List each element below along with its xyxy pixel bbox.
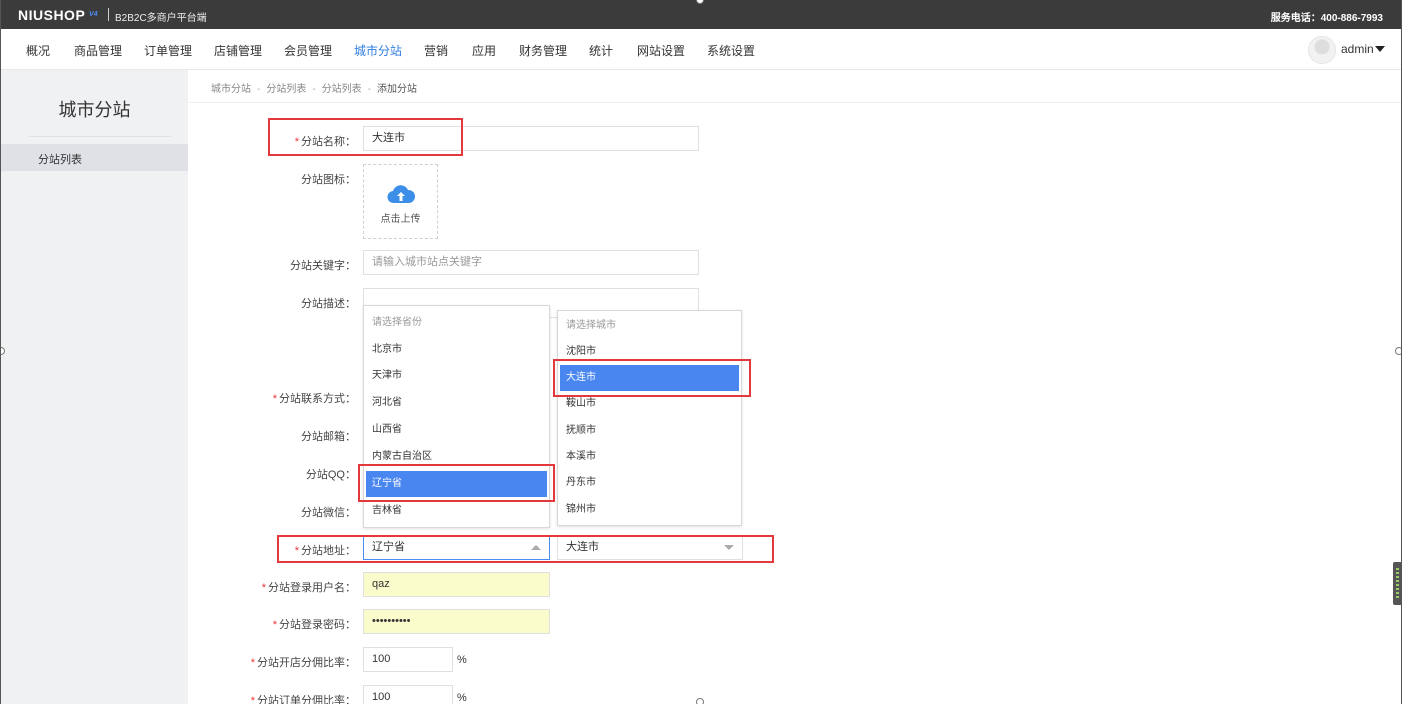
password-label: * 分站登录密码：	[272, 619, 356, 631]
chevron-down-icon[interactable]	[1375, 46, 1385, 52]
province-option[interactable]: 河北省	[366, 390, 547, 416]
breadcrumb-item[interactable]: 城市分站	[211, 84, 251, 95]
province-option[interactable]: 吉林省	[366, 498, 547, 524]
username-input[interactable]: qaz	[363, 572, 550, 597]
icon-label: 分站图标：	[301, 174, 356, 186]
city-option[interactable]: 锦州市	[560, 497, 739, 523]
username-label: * 分站登录用户名：	[261, 582, 356, 594]
chevron-up-icon	[531, 545, 541, 550]
email-label: 分站邮箱：	[301, 431, 356, 443]
main-nav: 概况 商品管理 订单管理 店铺管理 会员管理 城市分站 营销 应用 财务管理 统…	[1, 29, 1401, 70]
nav-item-statistics[interactable]: 统计	[589, 42, 613, 59]
address-label: * 分站地址：	[294, 545, 356, 557]
logo-version: V4	[89, 11, 98, 18]
province-option[interactable]: 北京市	[366, 337, 547, 363]
sidebar-item-label: 分站列表	[38, 154, 82, 166]
nav-item-overview[interactable]: 概况	[26, 42, 50, 59]
nav-item-apps[interactable]: 应用	[472, 42, 496, 59]
contact-label: * 分站联系方式：	[272, 393, 356, 405]
cloud-upload-icon	[387, 185, 416, 204]
substation-name-input[interactable]: 大连市	[363, 126, 699, 151]
city-option[interactable]: 丹东市	[560, 470, 739, 496]
description-label: 分站描述：	[301, 298, 356, 310]
order-rate-label: * 分站订单分佣比率：	[250, 695, 356, 704]
nav-item-finance[interactable]: 财务管理	[519, 42, 567, 59]
breadcrumb: 城市分站 - 分站列表 - 分站列表 - 添加分站	[211, 84, 418, 95]
resize-handle	[696, 698, 704, 704]
nav-item-marketing[interactable]: 营销	[424, 42, 448, 59]
city-select[interactable]: 大连市	[557, 535, 743, 560]
platform-subtitle: B2B2C多商户平台端	[115, 13, 207, 24]
avatar[interactable]	[1308, 36, 1336, 64]
city-option[interactable]: 鞍山市	[560, 391, 739, 417]
upload-icon-button[interactable]: 点击上传	[363, 164, 438, 239]
logo: NIUSHOP	[18, 7, 86, 23]
breadcrumb-divider	[189, 102, 1401, 103]
app-window: NIUSHOP V4 B2B2C多商户平台端 服务电话：400-886-7993…	[0, 0, 1402, 704]
open-rate-label: * 分站开店分佣比率：	[250, 657, 356, 669]
nav-item-members[interactable]: 会员管理	[284, 42, 332, 59]
province-option-selected[interactable]: 辽宁省	[366, 471, 547, 497]
city-option[interactable]: 沈阳市	[560, 339, 739, 365]
province-option[interactable]: 山西省	[366, 417, 547, 443]
user-menu[interactable]: admin	[1341, 42, 1374, 56]
upload-text: 点击上传	[380, 214, 421, 225]
wechat-label: 分站微信：	[301, 507, 356, 519]
side-float-handle[interactable]	[1393, 562, 1401, 605]
keywords-input[interactable]: 请输入城市站点关键字	[363, 250, 699, 275]
nav-item-system-settings[interactable]: 系统设置	[707, 42, 755, 59]
city-option-selected[interactable]: 大连市	[560, 365, 739, 391]
city-option[interactable]: 本溪市	[560, 444, 739, 470]
order-rate-unit: %	[457, 692, 467, 704]
top-bar: NIUSHOP V4 B2B2C多商户平台端 服务电话：400-886-7993	[1, 0, 1401, 29]
sidebar-divider	[29, 136, 171, 137]
name-label: * 分站名称：	[294, 136, 356, 148]
province-select[interactable]: 辽宁省	[363, 535, 550, 560]
nav-item-site-settings[interactable]: 网站设置	[637, 42, 685, 59]
sidebar-title: 城市分站	[58, 100, 131, 120]
province-dropdown: 请选择省份 北京市 天津市 河北省 山西省 内蒙古自治区 辽宁省 吉林省	[363, 305, 550, 528]
sidebar: 城市分站 分站列表	[1, 70, 188, 704]
nav-item-shops[interactable]: 店铺管理	[214, 42, 262, 59]
province-option[interactable]: 天津市	[366, 363, 547, 389]
keywords-label: 分站关键字：	[290, 260, 356, 272]
breadcrumb-item[interactable]: 分站列表	[322, 84, 362, 95]
open-rate-unit: %	[457, 654, 467, 666]
password-input[interactable]: ••••••••••	[363, 609, 550, 634]
chevron-down-icon	[724, 545, 734, 550]
city-dropdown: 请选择城市 沈阳市 大连市 鞍山市 抚顺市 本溪市 丹东市 锦州市	[557, 310, 742, 526]
resize-handle	[1395, 347, 1401, 355]
open-rate-input[interactable]: 100	[363, 647, 453, 672]
province-option[interactable]: 内蒙古自治区	[366, 444, 547, 470]
province-placeholder: 请选择省份	[372, 317, 422, 328]
service-hotline: 服务电话：400-886-7993	[1270, 13, 1383, 24]
qq-label: 分站QQ：	[305, 469, 356, 481]
nav-item-city-substation[interactable]: 城市分站	[354, 42, 402, 59]
breadcrumb-current: 添加分站	[377, 84, 418, 95]
sidebar-item-substation-list[interactable]: 分站列表	[1, 144, 188, 171]
nav-item-goods[interactable]: 商品管理	[74, 42, 122, 59]
breadcrumb-item[interactable]: 分站列表	[266, 84, 306, 95]
city-placeholder: 请选择城市	[566, 320, 616, 331]
nav-item-orders[interactable]: 订单管理	[144, 42, 192, 59]
order-rate-input[interactable]: 100	[363, 685, 453, 704]
logo-divider	[108, 8, 109, 21]
city-option[interactable]: 抚顺市	[560, 418, 739, 444]
